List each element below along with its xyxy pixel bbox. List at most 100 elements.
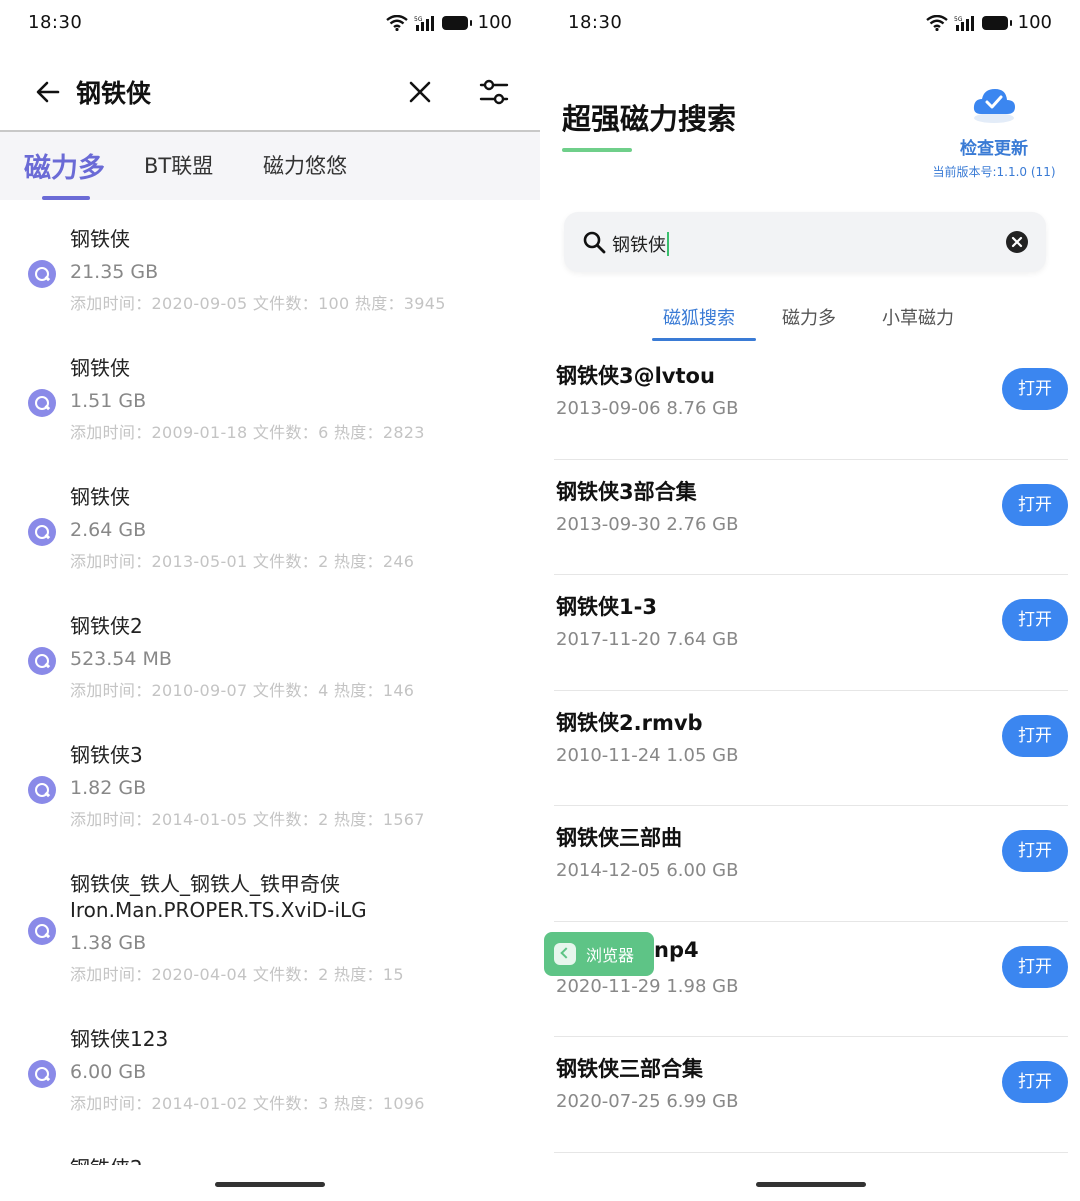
result-name: 钢铁侠3部合集 (556, 479, 697, 504)
battery-level: 100 (1017, 12, 1052, 33)
right-screen: 18:30 5G 100 超强磁力搜索 检查更新 当前版本号:1.1.0 (11… (540, 0, 1080, 1201)
result-meta: 添加时间：2013-05-01 文件数：2 热度：246 (70, 552, 415, 571)
filter-settings-icon[interactable] (476, 74, 512, 110)
result-size: 21.35 GB (70, 261, 159, 283)
battery-icon (441, 15, 472, 30)
result-name: 钢铁侠123 (70, 1027, 169, 1051)
result-meta: 添加时间：2009-01-18 文件数：6 热度：2823 (70, 423, 425, 442)
result-meta: 添加时间：2010-09-07 文件数：4 热度：146 (70, 681, 415, 700)
magnet-search-icon (28, 917, 56, 945)
list-item[interactable]: 钢铁侠2 523.54 MB 添加时间：2010-09-07 文件数：4 热度：… (0, 587, 540, 716)
app-title: 超强磁力搜索 (562, 102, 737, 136)
active-tab-indicator (652, 338, 756, 341)
result-name: 钢铁侠2 (70, 614, 143, 638)
open-button[interactable]: 打开 (1002, 830, 1068, 872)
status-bar: 18:30 5G 100 (0, 0, 540, 48)
tab-cihu-search[interactable]: 磁狐搜索 (663, 304, 735, 330)
list-item[interactable]: 钢铁侠 1.51 GB 添加时间：2009-01-18 文件数：6 热度：282… (0, 329, 540, 458)
result-name: 钢铁侠3@lvtou (556, 364, 715, 388)
tab-xiaocao-cili[interactable]: 小草磁力 (882, 304, 954, 330)
status-icons: 5G 100 (385, 12, 512, 33)
list-item[interactable]: 钢铁侠123 6.00 GB 添加时间：2014-01-02 文件数：3 热度：… (0, 1000, 540, 1129)
result-meta: 添加时间：2020-04-04 文件数：2 热度：15 (70, 965, 404, 984)
magnet-search-icon (28, 776, 56, 804)
back-arrow-icon[interactable] (32, 76, 64, 108)
result-size: 1.82 GB (70, 777, 147, 799)
tab-bt-lianmeng[interactable]: BT联盟 (144, 150, 213, 180)
result-name: 钢铁侠_铁人_钢铁人_铁甲奇侠 Iron.Man.PROPER.TS.XviD-… (70, 872, 367, 922)
result-name: 钢铁侠1-3 (556, 595, 657, 619)
svg-text:5G: 5G (414, 16, 423, 23)
result-meta: 添加时间：2020-09-05 文件数：100 热度：3945 (70, 294, 446, 313)
browser-toast-button[interactable]: 浏览器 (544, 932, 654, 976)
result-meta: 2020-07-25 6.99 GB (556, 1091, 739, 1112)
list-item[interactable]: 钢铁侠2 (0, 1129, 540, 1165)
source-tabs: 磁狐搜索 磁力多 小草磁力 (540, 300, 1080, 344)
open-button[interactable]: 打开 (1002, 368, 1068, 410)
magnet-search-icon (28, 1060, 56, 1088)
list-item[interactable]: 钢铁侠3@lvtou 2013-09-06 8.76 GB 打开 (554, 344, 1068, 460)
source-tabs: 磁力多 BT联盟 磁力悠悠 (0, 132, 540, 200)
close-icon[interactable] (404, 76, 436, 108)
open-button[interactable]: 打开 (1002, 945, 1068, 988)
result-name: 钢铁侠三部曲 (556, 826, 682, 850)
result-meta: 2020-11-29 1.98 GB (556, 975, 739, 997)
result-size: 523.54 MB (70, 648, 172, 670)
title-accent-bar (562, 148, 632, 152)
version-text: 当前版本号:1.1.0 (11) (932, 165, 1056, 179)
open-button[interactable]: 打开 (1002, 1061, 1068, 1103)
result-name: 钢铁侠 (70, 356, 130, 380)
result-list: 钢铁侠3@lvtou 2013-09-06 8.76 GB 打开 钢铁侠3部合集… (554, 344, 1068, 1153)
browser-toast-label: 浏览器 (586, 946, 635, 965)
home-indicator[interactable] (756, 1182, 866, 1187)
result-size: 1.38 GB (70, 932, 147, 954)
list-item[interactable]: 钢铁侠3部合集 2013-09-30 2.76 GB 打开 (554, 460, 1068, 575)
list-item[interactable]: 钢铁侠 2.64 GB 添加时间：2013-05-01 文件数：2 热度：246 (0, 458, 540, 587)
search-input[interactable]: 钢铁侠 (564, 212, 1046, 272)
check-update-button[interactable]: 检查更新 当前版本号:1.1.0 (11) (924, 84, 1064, 180)
search-icon (583, 231, 606, 254)
result-name: 钢铁侠2.rmvb (556, 710, 703, 735)
result-name: 钢铁侠 (70, 227, 130, 251)
list-item[interactable]: 钢铁侠三部合集 2020-07-25 6.99 GB 打开 (554, 1037, 1068, 1153)
svg-text:5G: 5G (954, 16, 963, 23)
result-name: 钢铁侠 (70, 485, 130, 509)
clear-icon[interactable] (1006, 231, 1028, 253)
magnet-search-icon (28, 260, 56, 288)
check-update-label: 检查更新 (960, 139, 1028, 159)
list-item[interactable]: 钢铁侠1-3 2017-11-20 7.64 GB 打开 (554, 575, 1068, 691)
list-item[interactable]: 钢铁侠3 1.82 GB 添加时间：2014-01-05 文件数：2 热度：15… (0, 716, 540, 845)
open-button[interactable]: 打开 (1002, 714, 1068, 757)
magnet-search-icon (28, 518, 56, 546)
result-size: 2.64 GB (70, 519, 147, 541)
magnet-search-icon (28, 647, 56, 675)
tab-ciliyouyou[interactable]: 磁力悠悠 (263, 150, 347, 180)
result-meta: 添加时间：2014-01-02 文件数：3 热度：1096 (70, 1094, 425, 1113)
list-item[interactable]: 钢铁侠三部曲 2014-12-05 6.00 GB 打开 (554, 806, 1068, 922)
list-item[interactable]: 钢铁侠 21.35 GB 添加时间：2020-09-05 文件数：100 热度：… (0, 200, 540, 329)
open-button[interactable]: 打开 (1002, 483, 1068, 526)
result-size: 1.51 GB (70, 390, 147, 412)
result-name: np4 (654, 937, 699, 962)
result-meta: 2017-11-20 7.64 GB (556, 629, 739, 650)
result-meta: 2010-11-24 1.05 GB (556, 744, 739, 766)
result-size: 6.00 GB (70, 1061, 147, 1083)
magnet-search-icon (28, 389, 56, 417)
tab-cilido[interactable]: 磁力多 (24, 146, 105, 185)
wifi-icon (385, 14, 408, 31)
app-bar: 钢铁侠 (0, 60, 540, 124)
text-caret (667, 232, 669, 256)
search-query-title: 钢铁侠 (76, 79, 152, 108)
cloud-check-icon (973, 89, 1015, 123)
battery-level: 100 (477, 12, 512, 33)
home-indicator[interactable] (215, 1182, 325, 1187)
list-item[interactable]: 钢铁侠_铁人_钢铁人_铁甲奇侠 Iron.Man.PROPER.TS.XviD-… (0, 845, 540, 1000)
status-bar: 18:30 5G 100 (540, 0, 1080, 48)
list-item[interactable]: 钢铁侠2.rmvb 2010-11-24 1.05 GB 打开 (554, 691, 1068, 806)
status-time: 18:30 (28, 12, 83, 33)
open-button[interactable]: 打开 (1002, 599, 1068, 641)
result-name: 钢铁侠2 (70, 1155, 540, 1165)
tab-cilido[interactable]: 磁力多 (782, 304, 836, 330)
result-meta: 添加时间：2014-01-05 文件数：2 热度：1567 (70, 810, 425, 829)
result-name: 钢铁侠3 (70, 743, 143, 767)
